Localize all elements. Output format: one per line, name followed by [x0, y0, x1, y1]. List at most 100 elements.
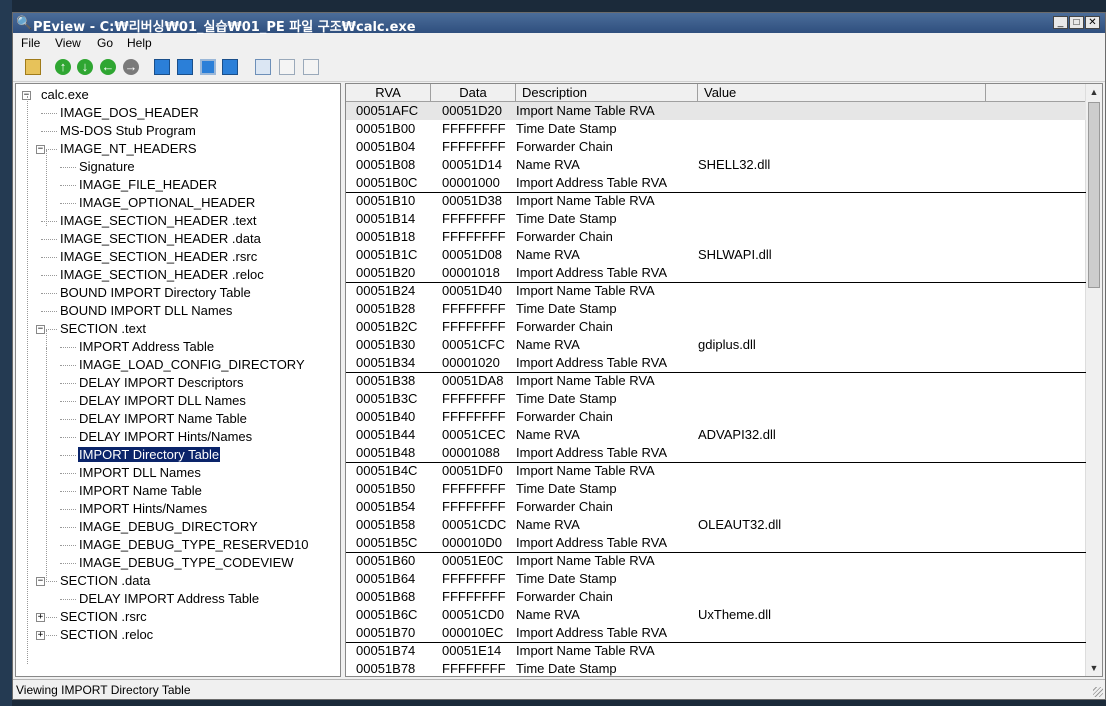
tree-node[interactable]: MS-DOS Stub Program	[59, 122, 197, 140]
tree-node[interactable]: BOUND IMPORT Directory Table	[59, 284, 252, 302]
table-row[interactable]: 00051B40 FFFFFFFF Forwarder Chain	[346, 408, 1086, 426]
tree-node[interactable]: IMAGE_DEBUG_DIRECTORY	[78, 518, 259, 536]
column-header-rva[interactable]: RVA	[346, 84, 431, 102]
menu-help[interactable]: Help	[127, 36, 152, 50]
table-row[interactable]: 00051B0C 00001000 Import Address Table RVA	[346, 174, 1086, 192]
tree-node[interactable]: IMAGE_SECTION_HEADER .reloc	[59, 266, 265, 284]
tree-expander-icon[interactable]: −	[36, 145, 45, 154]
table-row[interactable]: 00051B50 FFFFFFFF Time Date Stamp	[346, 480, 1086, 498]
vertical-scrollbar[interactable]: ▲ ▼	[1085, 84, 1102, 676]
cell-data: 00001088	[442, 445, 500, 460]
table-row[interactable]: 00051B68 FFFFFFFF Forwarder Chain	[346, 588, 1086, 606]
tree-node[interactable]: DELAY IMPORT Name Table	[78, 410, 248, 428]
table-row[interactable]: 00051B34 00001020 Import Address Table RVA	[346, 354, 1086, 372]
tree-expander-icon[interactable]: +	[36, 631, 45, 640]
table-row[interactable]: 00051B08 00051D14 Name RVA SHELL32.dll	[346, 156, 1086, 174]
tree-node[interactable]: IMAGE_NT_HEADERS	[59, 140, 198, 158]
tree-node[interactable]: SECTION .rsrc	[59, 608, 148, 626]
tree-node[interactable]: IMAGE_LOAD_CONFIG_DIRECTORY	[78, 356, 306, 374]
table-row[interactable]: 00051B1C 00051D08 Name RVA SHLWAPI.dll	[346, 246, 1086, 264]
table-row[interactable]: 00051B58 00051CDC Name RVA OLEAUT32.dll	[346, 516, 1086, 534]
tree-node[interactable]: IMAGE_SECTION_HEADER .text	[59, 212, 258, 230]
minimize-button[interactable]: _	[1053, 16, 1068, 29]
tree-node[interactable]: DELAY IMPORT Address Table	[78, 590, 260, 608]
table-row[interactable]: 00051B14 FFFFFFFF Time Date Stamp	[346, 210, 1086, 228]
jump-up-icon[interactable]	[200, 59, 216, 75]
jump-down-icon[interactable]	[222, 59, 238, 75]
tree-node[interactable]: SECTION .data	[59, 572, 151, 590]
menu-go[interactable]: Go	[97, 36, 113, 50]
tree-node-label: IMPORT Directory Table	[76, 446, 222, 463]
column-header-description[interactable]: Description	[516, 84, 698, 102]
tree-expander-icon[interactable]: +	[36, 613, 45, 622]
table-row[interactable]: 00051B48 00001088 Import Address Table RVA	[346, 444, 1086, 462]
table-row[interactable]: 00051B24 00051D40 Import Name Table RVA	[346, 282, 1086, 300]
tree-node[interactable]: DELAY IMPORT DLL Names	[78, 392, 247, 410]
tree-node[interactable]: DELAY IMPORT Hints/Names	[78, 428, 253, 446]
scroll-down-icon[interactable]: ▼	[1087, 661, 1101, 675]
tree-expander-icon[interactable]: −	[36, 577, 45, 586]
table-row[interactable]: 00051B30 00051CFC Name RVA gdiplus.dll	[346, 336, 1086, 354]
open-folder-icon[interactable]	[25, 59, 41, 75]
tree-node[interactable]: IMPORT Name Table	[78, 482, 203, 500]
table-row[interactable]: 00051B2C FFFFFFFF Forwarder Chain	[346, 318, 1086, 336]
table-row[interactable]: 00051B3C FFFFFFFF Time Date Stamp	[346, 390, 1086, 408]
tree-node[interactable]: IMPORT Hints/Names	[78, 500, 208, 518]
menu-view[interactable]: View	[55, 36, 81, 50]
table-row[interactable]: 00051B60 00051E0C Import Name Table RVA	[346, 552, 1086, 570]
table-row[interactable]: 00051AFC 00051D20 Import Name Table RVA	[346, 102, 1086, 120]
table-row[interactable]: 00051B78 FFFFFFFF Time Date Stamp	[346, 660, 1086, 676]
scroll-thumb[interactable]	[1088, 102, 1100, 288]
tree-node[interactable]: IMAGE_DEBUG_TYPE_RESERVED10	[78, 536, 310, 554]
detail-list[interactable]: RVA Data Description Value ▲ ▼ 00051AFC 0…	[345, 83, 1103, 677]
table-row[interactable]: 00051B28 FFFFFFFF Time Date Stamp	[346, 300, 1086, 318]
tree-node[interactable]: IMPORT Directory Table	[76, 446, 222, 464]
table-row[interactable]: 00051B18 FFFFFFFF Forwarder Chain	[346, 228, 1086, 246]
tree-node[interactable]: SECTION .reloc	[59, 626, 154, 644]
close-button[interactable]: ✕	[1085, 16, 1100, 29]
table-row[interactable]: 00051B70 000010EC Import Address Table RVA	[346, 624, 1086, 642]
tree-node[interactable]: SECTION .text	[59, 320, 147, 338]
table-row[interactable]: 00051B04 FFFFFFFF Forwarder Chain	[346, 138, 1086, 156]
cell-rva: 00051B3C	[356, 391, 418, 406]
tree-node[interactable]: IMAGE_FILE_HEADER	[78, 176, 218, 194]
title-bar[interactable]: 🔍 PEview - C:₩리버싱₩01_실습₩01_PE 파일 구조₩calc…	[13, 13, 1105, 35]
tree-node[interactable]: DELAY IMPORT Descriptors	[78, 374, 244, 392]
tree-node[interactable]: IMPORT Address Table	[78, 338, 215, 356]
scroll-up-icon[interactable]: ▲	[1087, 85, 1101, 99]
table-row[interactable]: 00051B38 00051DA8 Import Name Table RVA	[346, 372, 1086, 390]
tree-pane[interactable]: calc.exe − IMAGE_DOS_HEADER MS-DOS Stub Pro…	[15, 83, 341, 677]
jump-next-icon[interactable]	[177, 59, 193, 75]
tree-node[interactable]: IMAGE_DOS_HEADER	[59, 104, 200, 122]
tree-expander-icon[interactable]: −	[36, 325, 45, 334]
cell-rva: 00051B6C	[356, 607, 418, 622]
jump-previous-icon[interactable]	[154, 59, 170, 75]
tree-node[interactable]: Signature	[78, 158, 136, 176]
table-row[interactable]: 00051B64 FFFFFFFF Time Date Stamp	[346, 570, 1086, 588]
tree-node[interactable]: BOUND IMPORT DLL Names	[59, 302, 233, 320]
resize-grip-icon[interactable]	[1093, 687, 1103, 697]
maximize-button[interactable]: □	[1069, 16, 1084, 29]
tree-node[interactable]: IMPORT DLL Names	[78, 464, 202, 482]
view-word-icon[interactable]	[279, 59, 295, 75]
table-row[interactable]: 00051B6C 00051CD0 Name RVA UxTheme.dll	[346, 606, 1086, 624]
table-row[interactable]: 00051B20 00001018 Import Address Table RVA	[346, 264, 1086, 282]
tree-node-label: BOUND IMPORT Directory Table	[60, 285, 251, 300]
tree-node[interactable]: IMAGE_SECTION_HEADER .rsrc	[59, 248, 258, 266]
tree-node[interactable]: IMAGE_OPTIONAL_HEADER	[78, 194, 256, 212]
table-row[interactable]: 00051B10 00051D38 Import Name Table RVA	[346, 192, 1086, 210]
table-row[interactable]: 00051B44 00051CEC Name RVA ADVAPI32.dll	[346, 426, 1086, 444]
column-header-data[interactable]: Data	[431, 84, 516, 102]
table-row[interactable]: 00051B4C 00051DF0 Import Name Table RVA	[346, 462, 1086, 480]
table-row[interactable]: 00051B74 00051E14 Import Name Table RVA	[346, 642, 1086, 660]
column-header-value[interactable]: Value	[698, 84, 986, 102]
table-row[interactable]: 00051B00 FFFFFFFF Time Date Stamp	[346, 120, 1086, 138]
view-byte-icon[interactable]	[255, 59, 271, 75]
table-row[interactable]: 00051B54 FFFFFFFF Forwarder Chain	[346, 498, 1086, 516]
tree-node[interactable]: IMAGE_DEBUG_TYPE_CODEVIEW	[78, 554, 295, 572]
view-dword-icon[interactable]	[303, 59, 319, 75]
menu-file[interactable]: File	[21, 36, 40, 50]
tree-node[interactable]: IMAGE_SECTION_HEADER .data	[59, 230, 262, 248]
tree-node[interactable]: calc.exe	[40, 86, 90, 104]
table-row[interactable]: 00051B5C 000010D0 Import Address Table RVA	[346, 534, 1086, 552]
